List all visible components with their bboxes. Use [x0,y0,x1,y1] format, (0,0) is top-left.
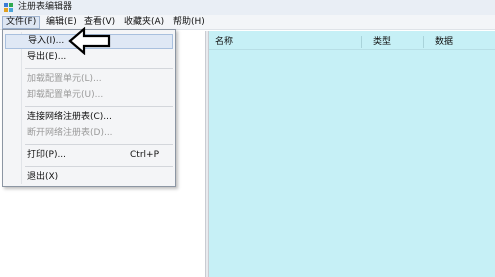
menu-item-exit[interactable]: 退出(X) [5,170,173,185]
title-bar: 注册表编辑器 [0,0,495,15]
menu-item-label: 连接网络注册表(C)... [27,112,112,122]
menu-item-label: 打印(P)... [27,150,67,160]
menu-item-connect-network-registry[interactable]: 连接网络注册表(C)... [5,110,173,125]
menu-item-shortcut: Ctrl+P [130,150,159,160]
menu-separator [25,144,173,145]
menu-item-label: 导出(E)... [27,52,67,62]
menu-file[interactable]: 文件(F) [2,16,41,29]
menu-item-load-hive[interactable]: 加载配置单元(L)... [5,72,173,87]
column-type[interactable]: 类型 [373,36,391,48]
menu-separator [25,68,173,69]
menu-item-label: 断开网络注册表(D)... [27,128,113,138]
column-data[interactable]: 数据 [435,36,453,48]
menu-item-print[interactable]: 打印(P)... Ctrl+P [5,148,173,163]
menu-item-label: 导入(I)... [28,36,65,46]
menu-item-disconnect-network-registry[interactable]: 断开网络注册表(D)... [5,126,173,141]
menu-favorites[interactable]: 收藏夹(A) [121,16,167,29]
column-name[interactable]: 名称 [215,36,233,48]
column-separator[interactable] [361,36,362,48]
menu-separator [25,106,173,107]
menu-item-unload-hive[interactable]: 卸载配置单元(U)... [5,88,173,103]
column-separator[interactable] [423,36,424,48]
menu-help[interactable]: 帮助(H) [170,16,208,29]
menu-item-label: 加载配置单元(L)... [27,74,102,84]
registry-values-pane[interactable]: 名称 类型 数据 [209,31,495,277]
menu-separator [25,166,173,167]
menu-item-label: 退出(X) [27,172,59,182]
window-title: 注册表编辑器 [18,2,73,12]
menu-item-label: 卸载配置单元(U)... [27,90,104,100]
regedit-icon [4,3,13,12]
list-header: 名称 类型 数据 [209,34,495,50]
left-arrow-icon [68,27,111,55]
